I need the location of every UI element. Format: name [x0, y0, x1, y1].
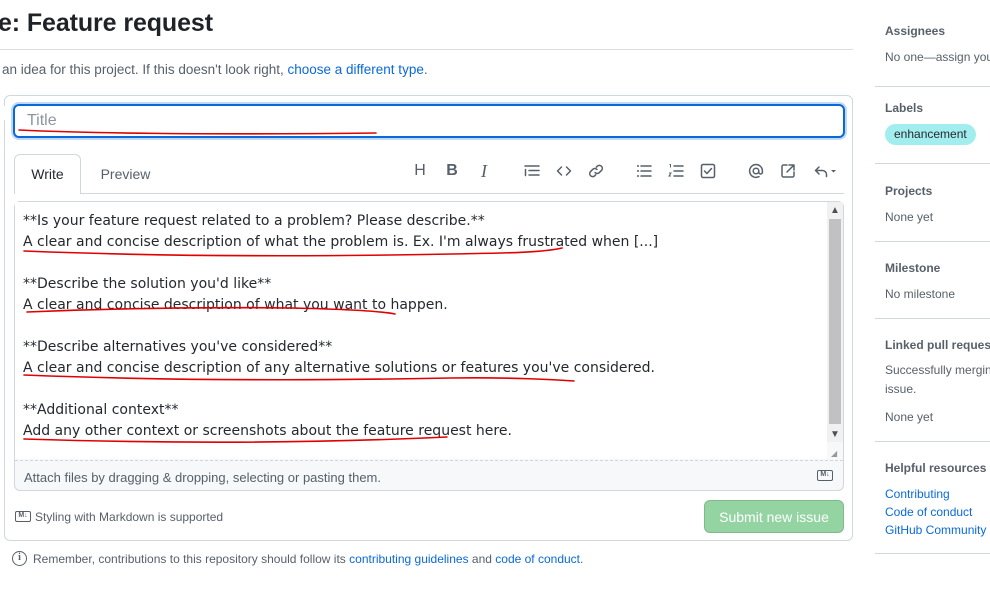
- markdown-supported-note[interactable]: Styling with Markdown is supported: [35, 510, 223, 524]
- quote-icon[interactable]: [521, 160, 543, 182]
- title-divider: [0, 49, 853, 50]
- sidebar-divider: [875, 553, 990, 554]
- contribution-notice: i Remember, contributions to this reposi…: [12, 551, 583, 566]
- label-enhancement[interactable]: enhancement: [885, 124, 976, 145]
- resource-link-contributing[interactable]: Contributing: [885, 487, 950, 501]
- linked-pr-description-2: issue.: [885, 382, 917, 396]
- link-icon[interactable]: [585, 160, 607, 182]
- editor-scroll-thumb[interactable]: [829, 219, 841, 424]
- tab-preview[interactable]: Preview: [88, 154, 163, 194]
- resize-handle-icon[interactable]: ◢: [831, 449, 841, 459]
- sidebar-divider: [875, 318, 990, 319]
- scroll-down-icon[interactable]: ▼: [827, 427, 843, 443]
- tab-divider: [14, 193, 844, 194]
- bold-icon[interactable]: B: [441, 160, 463, 182]
- resource-link-github-community[interactable]: GitHub Community: [885, 523, 986, 537]
- code-icon[interactable]: [553, 160, 575, 182]
- milestone-value: No milestone: [885, 287, 956, 301]
- contributing-guidelines-link[interactable]: contributing guidelines: [349, 552, 468, 566]
- labels-heading[interactable]: Labels: [885, 101, 923, 115]
- markdown-icon: M↓: [817, 470, 833, 481]
- numbered-list-icon[interactable]: [665, 160, 687, 182]
- code-of-conduct-link[interactable]: code of conduct: [495, 552, 580, 566]
- resource-link-code-of-conduct[interactable]: Code of conduct: [885, 505, 972, 519]
- page-title: e: Feature request: [0, 9, 213, 37]
- task-list-icon[interactable]: [697, 160, 719, 182]
- heading-icon[interactable]: H: [409, 160, 431, 182]
- scroll-up-icon[interactable]: ▲: [827, 203, 843, 219]
- tab-write[interactable]: Write: [14, 154, 81, 194]
- reference-icon[interactable]: [777, 160, 799, 182]
- helpful-resources-heading: Helpful resources: [885, 461, 987, 475]
- italic-icon[interactable]: I: [473, 160, 495, 182]
- submit-new-issue-button[interactable]: Submit new issue: [704, 500, 844, 533]
- linked-pr-value: None yet: [885, 410, 934, 424]
- avatar-caret: [0, 106, 7, 120]
- mention-icon[interactable]: [745, 160, 767, 182]
- attach-files-hint[interactable]: Attach files by dragging & dropping, sel…: [24, 470, 381, 485]
- attach-divider: [15, 460, 843, 461]
- sidebar-divider: [875, 163, 990, 164]
- bulleted-list-icon[interactable]: [633, 160, 655, 182]
- sidebar-divider: [875, 441, 990, 442]
- title-input[interactable]: [13, 104, 845, 138]
- markdown-icon: M↓: [15, 511, 31, 522]
- choose-different-type-link[interactable]: choose a different type: [287, 62, 423, 77]
- linked-pull-requests-heading: Linked pull requests: [885, 338, 990, 352]
- linked-pr-description: Successfully mergin: [885, 363, 990, 377]
- undo-icon[interactable]: [810, 160, 842, 182]
- comment-body-text[interactable]: **Is your feature request related to a p…: [23, 211, 658, 442]
- projects-heading[interactable]: Projects: [885, 184, 932, 198]
- milestone-heading[interactable]: Milestone: [885, 261, 940, 275]
- sidebar-divider: [875, 86, 990, 87]
- projects-value: None yet: [885, 210, 934, 224]
- assignees-heading[interactable]: Assignees: [885, 24, 945, 38]
- sidebar-divider: [875, 241, 990, 242]
- template-subtitle: an idea for this project. If this doesn'…: [2, 62, 428, 77]
- assignees-value[interactable]: No one—assign you: [885, 50, 990, 64]
- info-icon: i: [12, 551, 27, 566]
